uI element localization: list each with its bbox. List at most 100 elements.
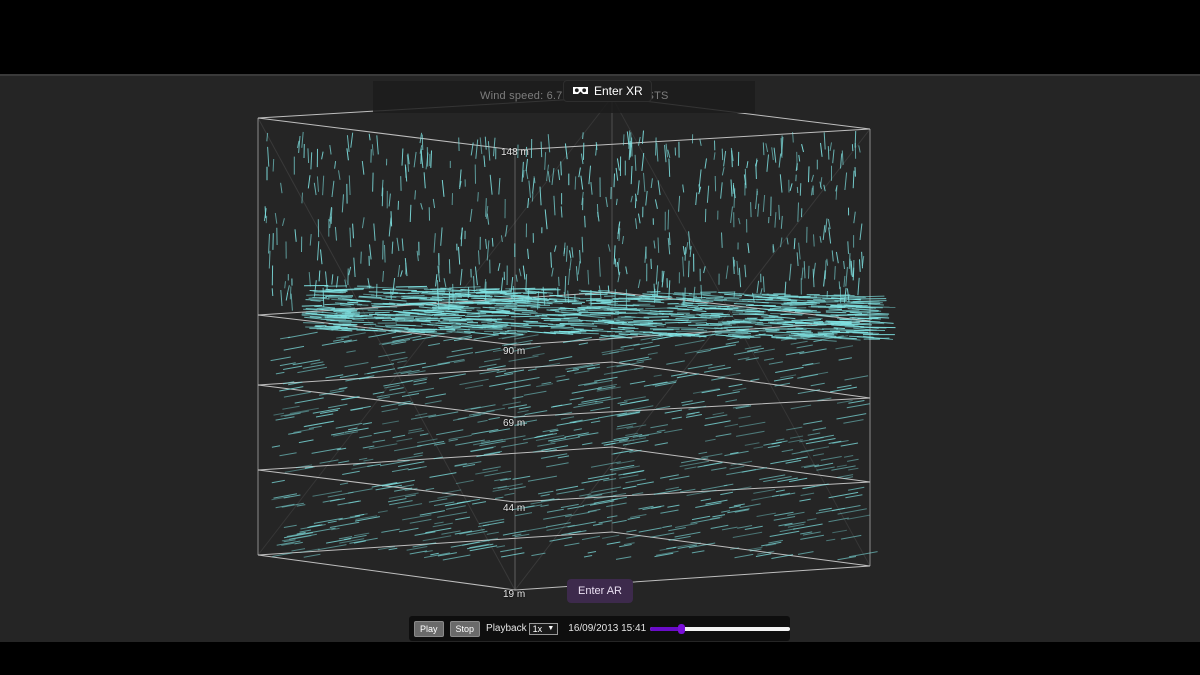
bottom-black-bar [0, 642, 1200, 675]
wind-arrow [547, 317, 581, 320]
playback-speed-select[interactable]: 1x ▼ [528, 622, 559, 635]
wind-arrow [796, 252, 799, 267]
wind-arrow [604, 321, 625, 324]
wind-arrow [271, 445, 281, 448]
wind-arrow [602, 534, 620, 539]
wind-arrow [505, 225, 508, 237]
wind-arrow [786, 302, 820, 304]
wind-arrow [557, 455, 570, 459]
wind-arrow [458, 246, 461, 265]
wind-arrow [378, 339, 404, 345]
wind-arrow [825, 311, 847, 314]
wind-arrow [774, 212, 777, 228]
wind-arrow [578, 167, 581, 178]
wind-arrow [550, 308, 567, 311]
wind-arrow [807, 317, 823, 320]
wind-arrow [655, 265, 659, 285]
wind-arrow [449, 303, 474, 305]
top-black-bar [0, 0, 1200, 76]
wind-arrow [500, 547, 523, 553]
wind-arrow [618, 469, 645, 476]
wind-arrow [264, 206, 267, 219]
wind-arrow [665, 143, 668, 158]
wind-arrow [368, 133, 371, 141]
wind-arrow [834, 266, 836, 280]
wind-arrow [469, 543, 489, 549]
wind-arrow [347, 488, 373, 494]
wind-arrow [773, 147, 777, 163]
wind-arrow [739, 313, 768, 316]
wind-arrow [800, 492, 815, 496]
wind-arrow [346, 135, 350, 152]
wind-arrow [317, 241, 320, 261]
wind-arrow [401, 295, 425, 297]
enter-xr-button[interactable]: Enter XR [563, 80, 652, 102]
wind-arrow [675, 522, 698, 528]
wind-arrow [763, 476, 792, 483]
time-slider[interactable] [650, 623, 790, 634]
wind-arrow [790, 404, 812, 410]
wind-arrow [836, 384, 852, 389]
wind-arrow [835, 345, 854, 350]
wind-arrow [826, 538, 836, 542]
wind-arrow [437, 494, 457, 499]
play-button[interactable]: Play [414, 620, 444, 637]
wind-arrow [354, 287, 375, 289]
wind-arrow [272, 158, 275, 172]
wind-arrow [755, 190, 758, 210]
wind-arrow [605, 196, 608, 208]
wind-arrow [315, 413, 334, 418]
wind-arrow [591, 322, 609, 325]
enter-ar-button[interactable]: Enter AR [567, 579, 633, 603]
wind-arrow [682, 184, 685, 193]
wind-arrow [657, 237, 660, 253]
wind-arrow [682, 246, 686, 255]
wind-arrow [741, 467, 768, 473]
wind-arrow [290, 293, 293, 311]
wind-arrow [861, 326, 896, 329]
wind-arrow [432, 198, 436, 209]
time-slider-thumb[interactable] [677, 623, 685, 634]
wind-arrow [803, 261, 806, 279]
wind-arrow [682, 256, 685, 277]
wind-arrow [448, 434, 472, 440]
wind-arrow [596, 299, 613, 302]
wind-arrow [271, 288, 274, 297]
wind-arrow [265, 215, 268, 224]
wind-arrow [268, 250, 271, 269]
wind-arrow [391, 468, 409, 473]
wind-arrow [578, 342, 589, 346]
wind-arrow [685, 242, 689, 254]
wind-arrow [668, 232, 671, 246]
wind-arrow [294, 541, 303, 545]
wind-arrow [617, 326, 636, 329]
wind-arrow [546, 462, 569, 468]
wind-arrow [556, 378, 570, 382]
stop-button[interactable]: Stop [449, 620, 481, 637]
wind-arrow [489, 381, 516, 387]
wind-arrow [625, 266, 628, 275]
wind-arrow [280, 410, 309, 417]
wind-arrow [736, 430, 765, 437]
wind-arrow [569, 397, 584, 401]
wind-arrow [696, 302, 707, 305]
wind-arrow [513, 310, 536, 312]
wind-arrow [837, 302, 872, 305]
wind-arrow [270, 356, 291, 362]
wind-arrow [590, 182, 593, 195]
wind-arrow [798, 242, 801, 260]
wind-arrow [723, 150, 727, 167]
wind-arrow [698, 169, 702, 187]
wind-arrow [738, 415, 751, 419]
wind-arrow [721, 167, 725, 176]
wind-arrow [721, 232, 723, 248]
wind-arrow [314, 294, 348, 297]
wind-arrow [512, 396, 524, 399]
wind-arrow [425, 527, 452, 534]
wind-arrow [840, 442, 859, 447]
wind-arrow [380, 298, 407, 302]
wind-arrow [361, 217, 365, 229]
wind-arrow [334, 161, 337, 169]
wind-arrow [353, 257, 356, 278]
wind-arrow [606, 502, 627, 508]
